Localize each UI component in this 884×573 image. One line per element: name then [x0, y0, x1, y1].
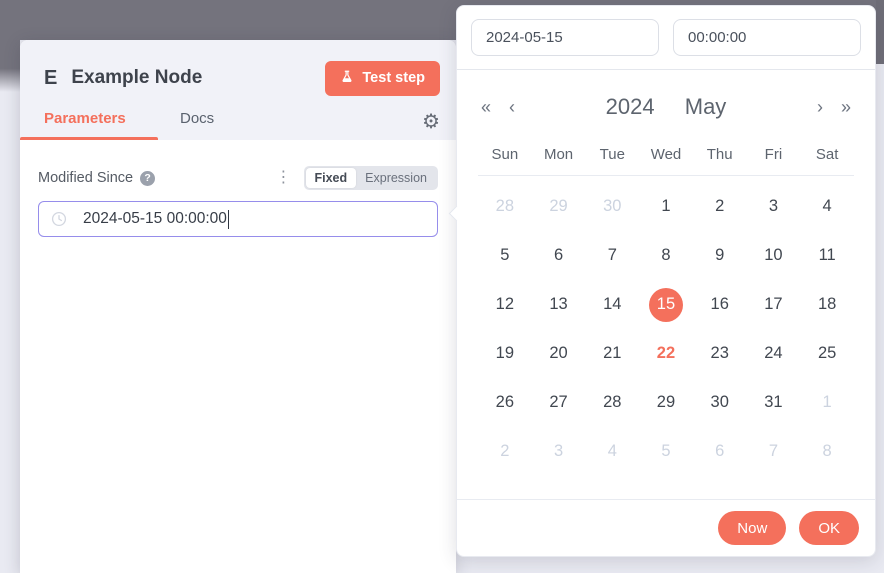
calendar-day[interactable]: 25 [800, 329, 854, 378]
calendar-day[interactable]: 11 [800, 231, 854, 280]
calendar-day[interactable]: 30 [693, 378, 747, 427]
calendar-day[interactable]: 31 [747, 378, 801, 427]
ok-button[interactable]: OK [799, 511, 859, 545]
calendar-day[interactable]: 29 [532, 182, 586, 231]
calendar-day[interactable]: 3 [532, 427, 586, 476]
test-step-button[interactable]: Test step [325, 61, 440, 96]
calendar-day[interactable]: 15 [639, 280, 693, 329]
calendar-day[interactable]: 21 [585, 329, 639, 378]
calendar-day[interactable]: 23 [693, 329, 747, 378]
calendar-day[interactable]: 18 [800, 280, 854, 329]
node-header: E Example Node Test step Parameters Docs… [20, 40, 456, 140]
picker-date-input[interactable] [471, 19, 659, 56]
datetime-input[interactable]: 2024-05-15 00:00:00 [38, 201, 438, 237]
day-name: Fri [747, 146, 801, 163]
prev-year-icon[interactable]: « [481, 98, 491, 116]
node-icon: E [44, 67, 57, 90]
calendar-day[interactable]: 7 [585, 231, 639, 280]
date-picker-popover: « ‹ 2024 May › » SunMonTueWedThuFriSat 2… [456, 5, 876, 557]
canvas-overlay-left [0, 40, 20, 92]
node-title-row: E Example Node Test step [20, 60, 456, 96]
calendar-day[interactable]: 2 [693, 182, 747, 231]
gear-icon[interactable]: ⚙ [422, 112, 456, 140]
parameter-controls: ⋮ Fixed Expression [274, 166, 439, 190]
calendar-day[interactable]: 3 [747, 182, 801, 231]
picker-time-input[interactable] [673, 19, 861, 56]
calendar-day[interactable]: 5 [639, 427, 693, 476]
calendar-day[interactable]: 17 [747, 280, 801, 329]
calendar-grid: 2829301234567891011121314151617181920212… [457, 176, 875, 476]
calendar-day[interactable]: 2 [478, 427, 532, 476]
clock-icon [51, 211, 67, 227]
text-caret [228, 210, 230, 229]
picker-footer: Now OK [457, 499, 875, 556]
calendar-day-names: SunMonTueWedThuFriSat [457, 132, 875, 175]
calendar-day[interactable]: 27 [532, 378, 586, 427]
day-name: Wed [639, 146, 693, 163]
day-name: Mon [532, 146, 586, 163]
datetime-value: 2024-05-15 00:00:00 [83, 210, 227, 228]
toggle-expression[interactable]: Expression [356, 168, 436, 188]
nav-year-label[interactable]: 2024 [606, 94, 655, 119]
calendar-day[interactable]: 16 [693, 280, 747, 329]
options-kebab-icon[interactable]: ⋮ [274, 168, 294, 188]
flask-icon [340, 69, 354, 88]
node-detail-panel: E Example Node Test step Parameters Docs… [20, 40, 456, 573]
calendar-day[interactable]: 10 [747, 231, 801, 280]
tab-docs[interactable]: Docs [180, 110, 214, 140]
calendar-day[interactable]: 6 [693, 427, 747, 476]
day-name: Sun [478, 146, 532, 163]
calendar-day[interactable]: 7 [747, 427, 801, 476]
nav-month-label[interactable]: May [685, 94, 727, 119]
day-name: Tue [585, 146, 639, 163]
nav-center: 2024 May [515, 94, 817, 120]
day-name: Thu [693, 146, 747, 163]
now-button[interactable]: Now [718, 511, 786, 545]
calendar-day[interactable]: 4 [585, 427, 639, 476]
next-month-icon[interactable]: › [817, 98, 823, 116]
calendar-day[interactable]: 8 [800, 427, 854, 476]
node-title: Example Node [71, 67, 325, 89]
calendar-day[interactable]: 28 [585, 378, 639, 427]
calendar-day[interactable]: 29 [639, 378, 693, 427]
calendar-day[interactable]: 5 [478, 231, 532, 280]
calendar-day[interactable]: 30 [585, 182, 639, 231]
parameter-label: Modified Since [38, 170, 133, 186]
calendar-day[interactable]: 24 [747, 329, 801, 378]
day-name: Sat [800, 146, 854, 163]
calendar-day[interactable]: 26 [478, 378, 532, 427]
help-icon[interactable]: ? [140, 171, 155, 186]
calendar-day[interactable]: 4 [800, 182, 854, 231]
calendar-day[interactable]: 28 [478, 182, 532, 231]
calendar-day[interactable]: 20 [532, 329, 586, 378]
calendar-day[interactable]: 14 [585, 280, 639, 329]
calendar-day[interactable]: 6 [532, 231, 586, 280]
calendar-day[interactable]: 13 [532, 280, 586, 329]
calendar-day[interactable]: 19 [478, 329, 532, 378]
test-step-label: Test step [362, 70, 425, 86]
calendar-day[interactable]: 8 [639, 231, 693, 280]
parameters-area: Modified Since ? ⋮ Fixed Expression 2024… [20, 140, 456, 237]
canvas-overlay-right [876, 0, 884, 64]
toggle-fixed[interactable]: Fixed [306, 168, 357, 188]
next-year-icon[interactable]: » [841, 98, 851, 116]
picker-inputs-row [457, 6, 875, 70]
calendar-day[interactable]: 1 [639, 182, 693, 231]
calendar-day[interactable]: 1 [800, 378, 854, 427]
tabs-row: Parameters Docs ⚙ [20, 110, 456, 140]
parameter-header: Modified Since ? ⋮ Fixed Expression [38, 166, 438, 190]
tab-parameters[interactable]: Parameters [20, 110, 158, 140]
calendar-day[interactable]: 9 [693, 231, 747, 280]
fixed-expression-toggle: Fixed Expression [304, 166, 439, 190]
calendar-day[interactable]: 12 [478, 280, 532, 329]
calendar-day[interactable]: 22 [639, 329, 693, 378]
picker-nav: « ‹ 2024 May › » [457, 70, 875, 132]
